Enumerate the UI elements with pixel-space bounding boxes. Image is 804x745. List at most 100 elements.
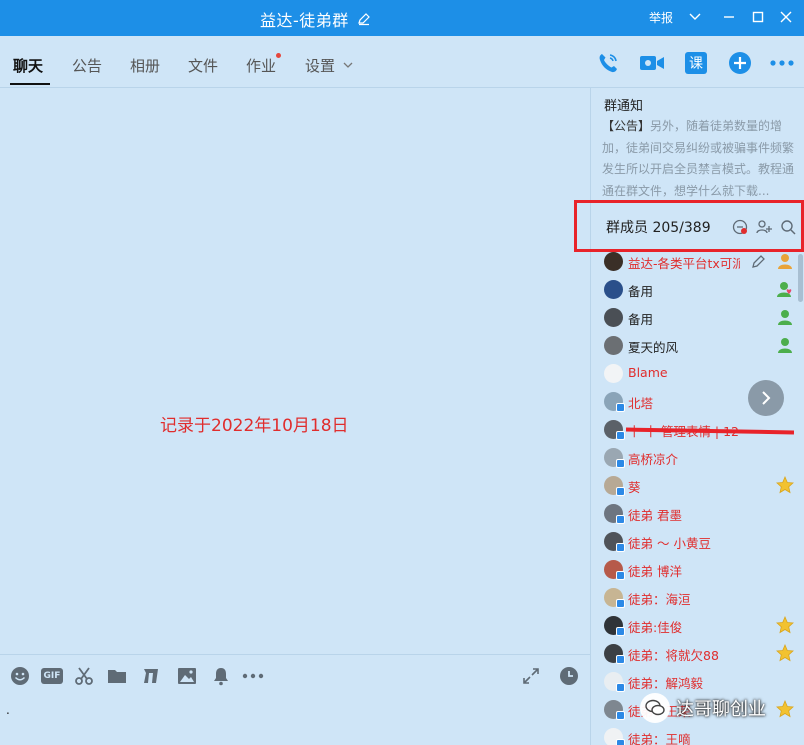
star-icon	[776, 700, 794, 718]
folder-icon[interactable]	[106, 665, 128, 687]
notice-tag: 【公告】	[602, 119, 651, 133]
member-header-highlight: 群成员 205/389	[574, 200, 804, 252]
member-name: 徒弟 君墨	[628, 508, 682, 523]
minimize-icon[interactable]	[720, 8, 738, 26]
tab-settings[interactable]: 设置	[305, 55, 335, 76]
course-label: 课	[685, 52, 707, 74]
video-call-icon[interactable]	[639, 50, 665, 76]
member-item[interactable]: 益达-各类平台tx可派	[591, 248, 804, 276]
mobile-status-icon	[616, 487, 625, 496]
member-list-scrollbar[interactable]	[798, 254, 803, 302]
admin-icon	[778, 310, 792, 325]
member-item[interactable]: 徒弟 博洋	[591, 556, 804, 584]
active-tab-indicator	[10, 83, 50, 85]
chevron-right-icon	[762, 391, 771, 405]
member-name: 徒弟：王嘀	[628, 732, 691, 745]
mobile-status-icon	[616, 683, 625, 692]
member-item[interactable]: 徒弟：解鸿毅	[591, 668, 804, 696]
member-item[interactable]: 葵	[591, 472, 804, 500]
edit-name-icon[interactable]	[751, 253, 767, 269]
group-side-panel: 群通知 【公告】另外，随着徒弟数量的增加，徒弟间交易纠纷或被骗事件频繁发生所以开…	[574, 88, 804, 745]
more-tools-icon[interactable]	[242, 665, 264, 687]
member-name: 徒弟 ～ 小黄豆	[628, 536, 711, 551]
emoji-icon[interactable]	[9, 665, 31, 687]
expand-icon[interactable]	[520, 665, 542, 687]
gif-label: GIF	[41, 668, 63, 684]
chat-message-area[interactable]: 记录于2022年10月18日	[0, 88, 590, 654]
avatar	[604, 336, 623, 355]
mobile-status-icon	[616, 459, 625, 468]
add-app-icon[interactable]	[727, 50, 753, 76]
report-button[interactable]: 举报	[649, 9, 673, 26]
tab-chat[interactable]: 聊天	[13, 55, 43, 76]
scissors-icon[interactable]	[73, 665, 95, 687]
member-name: 益达-各类平台tx可派	[628, 256, 740, 271]
group-notice-body[interactable]: 【公告】另外，随着徒弟数量的增加，徒弟间交易纠纷或被骗事件频繁发生所以开启全员禁…	[602, 116, 800, 202]
member-name: 备用	[628, 312, 654, 327]
member-name: 夏天的风	[628, 340, 679, 355]
watermark: 达哥聊创业	[640, 693, 766, 723]
maximize-icon[interactable]	[749, 8, 767, 26]
member-name: 徒弟:佳俊	[628, 620, 683, 635]
watermark-text: 达哥聊创业	[676, 699, 766, 720]
member-item[interactable]: 高桥凉介	[591, 444, 804, 472]
search-member-icon[interactable]	[779, 218, 797, 236]
mobile-status-icon	[616, 431, 625, 440]
image-icon[interactable]	[176, 665, 198, 687]
star-icon	[776, 616, 794, 634]
window-title-group[interactable]: 益达-徒弟群	[260, 7, 371, 31]
music-icon[interactable]	[140, 665, 162, 687]
mobile-status-icon	[616, 599, 625, 608]
gif-icon[interactable]: GIF	[40, 665, 64, 687]
group-notice-title[interactable]: 群通知	[604, 95, 643, 114]
tab-bar: 聊天 公告 相册 文件 作业 设置 课	[0, 36, 804, 88]
member-name: 葵	[628, 480, 641, 495]
bell-icon[interactable]	[210, 665, 232, 687]
member-name: Blame	[628, 365, 668, 380]
member-item[interactable]: 徒弟：海洹	[591, 584, 804, 612]
member-name: 北塔	[628, 396, 654, 411]
mobile-status-icon	[616, 655, 625, 664]
record-date-annotation: 记录于2022年10月18日	[160, 416, 349, 436]
member-name: 徒弟：将就欠88	[628, 648, 719, 663]
message-input-text[interactable]: .	[6, 703, 10, 717]
history-clock-icon[interactable]	[558, 665, 580, 687]
member-count-label[interactable]: 群成员 205/389	[606, 217, 711, 237]
member-item[interactable]: 徒弟 君墨	[591, 500, 804, 528]
dropdown-icon[interactable]	[686, 8, 704, 26]
member-item[interactable]: 徒弟：将就欠88	[591, 640, 804, 668]
member-item[interactable]: 备用	[591, 276, 804, 304]
add-member-icon[interactable]	[755, 218, 773, 236]
tab-homework[interactable]: 作业	[246, 55, 276, 76]
mobile-status-icon	[616, 571, 625, 580]
admin-heart-icon	[777, 282, 792, 297]
star-icon	[776, 476, 794, 494]
member-item[interactable]: 徒弟:佳俊	[591, 612, 804, 640]
course-icon[interactable]: 课	[683, 50, 709, 76]
member-item[interactable]: 备用	[591, 304, 804, 332]
voice-call-icon[interactable]	[595, 50, 621, 76]
tab-files[interactable]: 文件	[188, 55, 218, 76]
avatar	[604, 364, 623, 383]
avatar	[604, 252, 623, 271]
tab-announcement[interactable]: 公告	[72, 55, 102, 76]
member-name: 徒弟 博洋	[628, 564, 682, 579]
edit-title-icon[interactable]	[357, 12, 371, 26]
member-name: 徒弟：海洹	[628, 592, 691, 607]
member-item[interactable]: 夏天的风	[591, 332, 804, 360]
mobile-status-icon	[616, 515, 625, 524]
owner-icon	[778, 254, 792, 269]
message-input-area[interactable]: GIF .	[0, 654, 590, 745]
wechat-icon	[640, 693, 670, 723]
member-filter-icon[interactable]	[731, 218, 749, 236]
member-name: 备用	[628, 284, 654, 299]
tab-album[interactable]: 相册	[130, 55, 160, 76]
close-icon[interactable]	[777, 8, 795, 26]
member-item[interactable]: 徒弟：王嘀	[591, 724, 804, 745]
window-title: 益达-徒弟群	[260, 11, 349, 30]
member-item[interactable]: 徒弟 ～ 小黄豆	[591, 528, 804, 556]
more-options-icon[interactable]	[769, 50, 795, 76]
settings-chevron-down-icon[interactable]	[343, 62, 353, 69]
mobile-status-icon	[616, 543, 625, 552]
next-arrow-button[interactable]	[748, 380, 784, 416]
